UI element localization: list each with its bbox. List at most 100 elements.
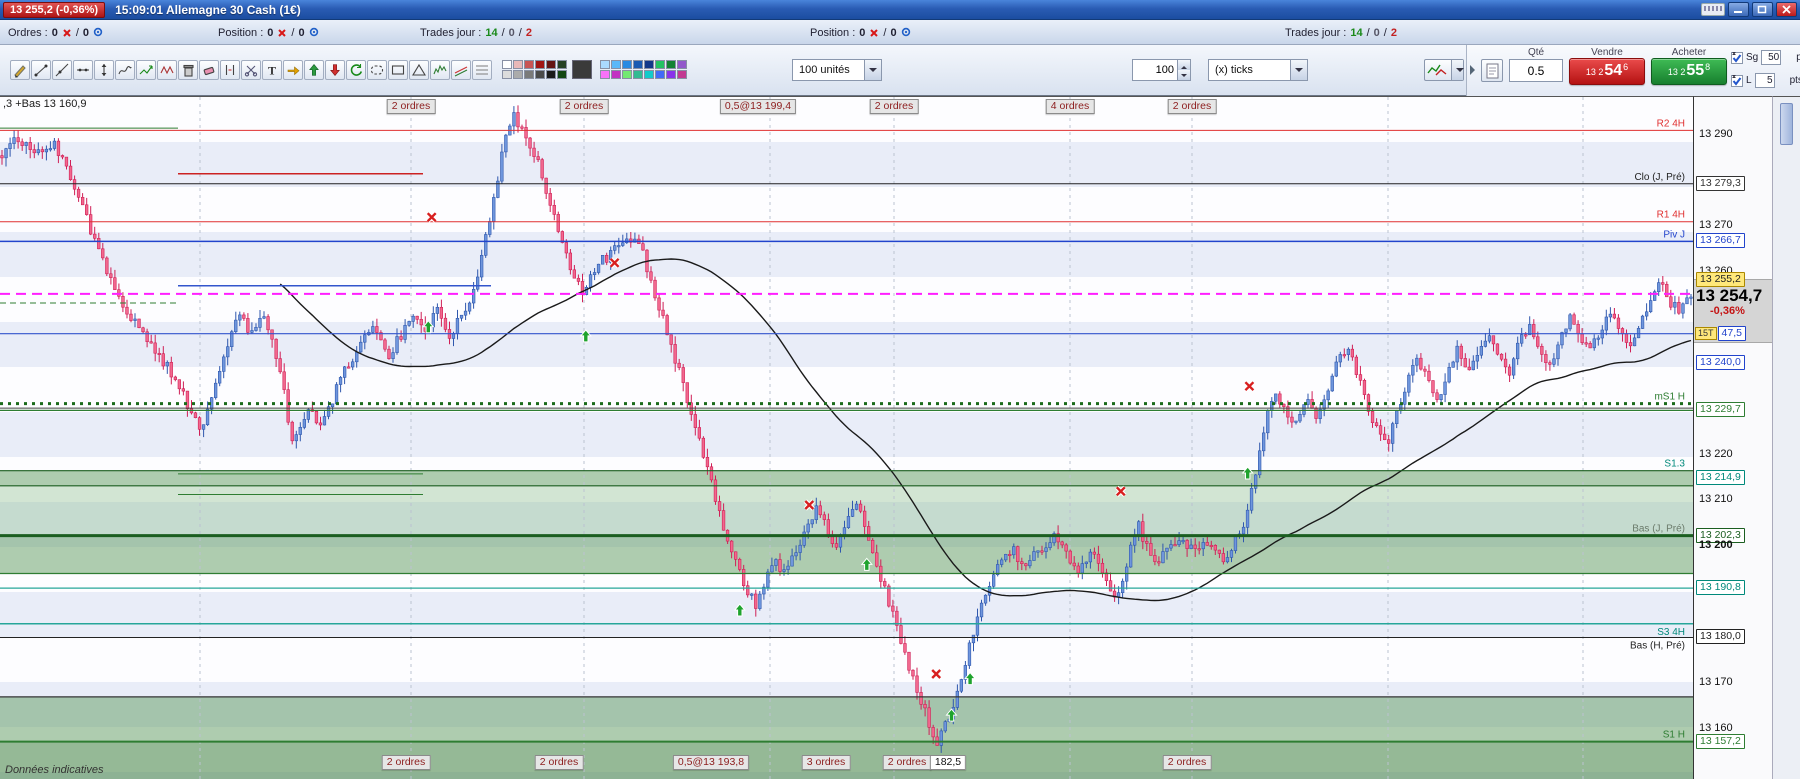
order-count-badge[interactable]: 2 ordres: [883, 755, 932, 770]
ticks-select[interactable]: (x) ticks: [1208, 59, 1308, 81]
color-swatch[interactable]: [513, 60, 523, 69]
tool-arrow-up-button[interactable]: [304, 60, 324, 80]
tool-pencil-button[interactable]: [10, 60, 30, 80]
tool-forecast-button[interactable]: [136, 60, 156, 80]
order-count-badge[interactable]: 0,5@13 193,8: [673, 755, 749, 770]
color-swatch[interactable]: [600, 60, 610, 69]
price-axis[interactable]: 13 29013 279,313 27013 266,713 26013 255…: [1693, 96, 1772, 779]
tool-horizontal-line-button[interactable]: [73, 60, 93, 80]
l-points-field[interactable]: 5: [1755, 73, 1775, 88]
color-swatch[interactable]: [600, 70, 610, 79]
tool-vertical-line-button[interactable]: [94, 60, 114, 80]
orders-detail-icon[interactable]: [93, 27, 104, 38]
buy-button[interactable]: 13 2558: [1651, 58, 1727, 85]
color-swatch[interactable]: [611, 70, 621, 79]
tool-elliott-button[interactable]: [430, 60, 450, 80]
quantity-field[interactable]: [1509, 59, 1563, 82]
horizontal-line-icon: [75, 62, 91, 78]
sell-button[interactable]: 13 2546: [1569, 58, 1645, 85]
triangle-icon: [411, 62, 427, 78]
chevron-down-icon[interactable]: [864, 60, 881, 80]
color-swatch[interactable]: [524, 60, 534, 69]
tool-segment-button[interactable]: [31, 60, 51, 80]
color-swatch[interactable]: [535, 70, 545, 79]
close-position-icon[interactable]: [869, 28, 879, 38]
order-count-badge[interactable]: 2 ordres: [387, 99, 436, 114]
color-swatch[interactable]: [622, 60, 632, 69]
tool-arrow-down-button[interactable]: [325, 60, 345, 80]
scrollbar-thumb[interactable]: [1780, 103, 1793, 145]
color-swatch[interactable]: [513, 70, 523, 79]
tool-ray-button[interactable]: [52, 60, 72, 80]
tool-channel-button[interactable]: [451, 60, 471, 80]
position-detail-icon[interactable]: [901, 27, 912, 38]
order-count-badge[interactable]: 4 ordres: [1046, 99, 1095, 114]
order-count-badge[interactable]: 182,5: [930, 755, 966, 770]
tool-fibonacci-button[interactable]: [472, 60, 492, 80]
color-swatch[interactable]: [535, 60, 545, 69]
tool-trash-button[interactable]: [178, 60, 198, 80]
order-count-badge[interactable]: 2 ordres: [1163, 755, 1212, 770]
position-detail-icon[interactable]: [309, 27, 320, 38]
color-swatch[interactable]: [546, 70, 556, 79]
close-position-icon[interactable]: [277, 28, 287, 38]
order-price-badge[interactable]: 13 255,2: [1696, 272, 1745, 287]
tool-lasso-button[interactable]: [367, 60, 387, 80]
collapse-panel-icon[interactable]: [1470, 65, 1480, 75]
tick-quantity-input[interactable]: [1132, 59, 1178, 81]
indicator-button[interactable]: [1424, 59, 1464, 81]
minimize-button[interactable]: [1728, 2, 1749, 17]
units-select[interactable]: 100 unités: [792, 59, 882, 81]
order-count-badge[interactable]: 0,5@13 199,4: [720, 99, 796, 114]
color-swatch[interactable]: [677, 70, 687, 79]
right-scroll-strip[interactable]: [1772, 96, 1800, 779]
elliott-icon: [432, 62, 448, 78]
color-swatch[interactable]: [633, 60, 643, 69]
sg-points-field[interactable]: 50: [1761, 50, 1781, 65]
color-swatch[interactable]: [655, 60, 665, 69]
order-count-badge[interactable]: 2 ordres: [560, 99, 609, 114]
order-count-badge[interactable]: 2 ordres: [382, 755, 431, 770]
tool-rotate-button[interactable]: [346, 60, 366, 80]
color-swatch[interactable]: [502, 70, 512, 79]
cancel-orders-icon[interactable]: [62, 28, 72, 38]
color-swatch[interactable]: [644, 70, 654, 79]
order-ticket-button[interactable]: [1481, 59, 1503, 82]
order-count-badge[interactable]: 2 ordres: [535, 755, 584, 770]
chevron-down-icon[interactable]: [1451, 60, 1463, 80]
tool-triangle-button[interactable]: [409, 60, 429, 80]
tool-split-button[interactable]: [220, 60, 240, 80]
color-swatch[interactable]: [622, 70, 632, 79]
tool-scissors-button[interactable]: [241, 60, 261, 80]
chevron-down-icon[interactable]: [1290, 60, 1307, 80]
tool-eraser-button[interactable]: [199, 60, 219, 80]
color-swatch[interactable]: [611, 60, 621, 69]
color-swatch[interactable]: [666, 70, 676, 79]
maximize-button[interactable]: [1752, 2, 1773, 17]
color-swatch[interactable]: [677, 60, 687, 69]
color-swatch[interactable]: [655, 70, 665, 79]
order-count-badge[interactable]: 2 ordres: [1168, 99, 1217, 114]
color-swatch[interactable]: [557, 60, 567, 69]
tool-zigzag-button[interactable]: [157, 60, 177, 80]
color-swatch-large[interactable]: [572, 60, 592, 79]
keyboard-icon[interactable]: [1701, 3, 1725, 16]
color-swatch[interactable]: [644, 60, 654, 69]
tool-text-button[interactable]: T: [262, 60, 282, 80]
color-swatch[interactable]: [633, 70, 643, 79]
close-button[interactable]: [1776, 2, 1797, 17]
color-swatch[interactable]: [546, 60, 556, 69]
color-swatch[interactable]: [666, 60, 676, 69]
spin-up-icon[interactable]: [1178, 60, 1190, 70]
color-swatch[interactable]: [557, 70, 567, 79]
tool-arrow-right-button[interactable]: [283, 60, 303, 80]
tool-rectangle-button[interactable]: [388, 60, 408, 80]
price-chart[interactable]: R2 4HClo (J, Pré)R1 4HPiv JmS1 HS1.3Bas …: [0, 96, 1693, 779]
color-swatch[interactable]: [502, 60, 512, 69]
spin-down-icon[interactable]: [1178, 70, 1190, 80]
tick-quantity-stepper[interactable]: [1132, 59, 1191, 81]
color-swatch[interactable]: [524, 70, 534, 79]
order-count-badge[interactable]: 2 ordres: [870, 99, 919, 114]
tool-freehand-button[interactable]: [115, 60, 135, 80]
order-count-badge[interactable]: 3 ordres: [802, 755, 851, 770]
